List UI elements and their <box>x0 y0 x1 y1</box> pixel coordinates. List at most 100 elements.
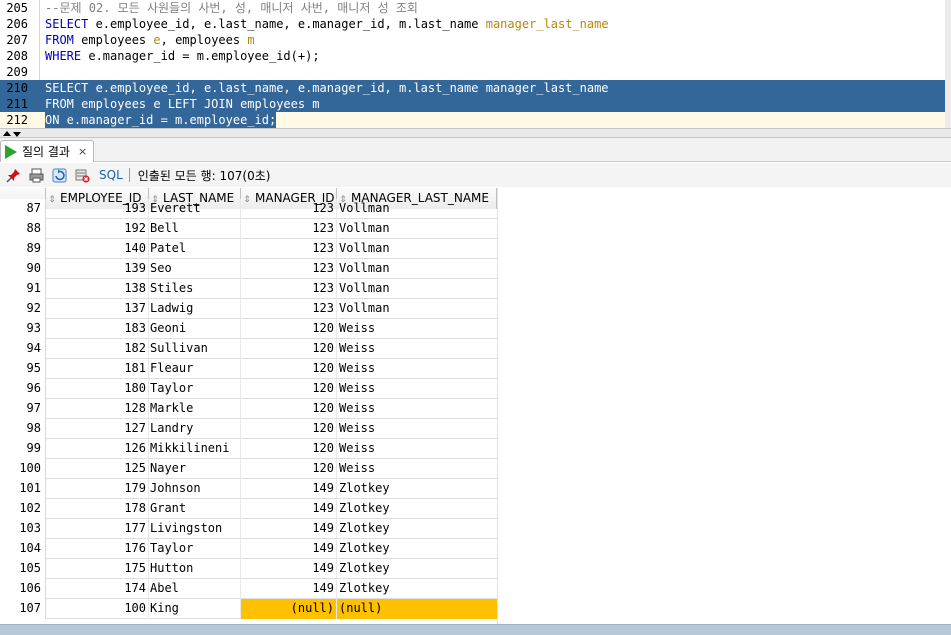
cell-employee-id[interactable]: 176 <box>46 539 149 559</box>
editor-scrollbar[interactable] <box>945 0 951 128</box>
cell-manager-last-name[interactable]: (null) <box>337 599 497 619</box>
cell-manager-id[interactable]: 120 <box>241 379 337 399</box>
print-icon[interactable] <box>28 167 45 184</box>
table-row[interactable]: 89 140 Patel 123 Vollman <box>0 239 497 259</box>
cell-manager-id[interactable]: 149 <box>241 579 337 599</box>
cell-last-name[interactable]: Taylor <box>149 539 241 559</box>
cell-employee-id[interactable]: 193 <box>46 199 149 219</box>
cell-last-name[interactable]: Johnson <box>149 479 241 499</box>
table-row[interactable]: 97 128 Markle 120 Weiss <box>0 399 497 419</box>
cell-manager-last-name[interactable]: Zlotkey <box>337 479 497 499</box>
cell-last-name[interactable]: Landry <box>149 419 241 439</box>
expand-up-icon[interactable] <box>3 131 11 136</box>
cell-employee-id[interactable]: 181 <box>46 359 149 379</box>
cell-manager-last-name[interactable]: Weiss <box>337 359 497 379</box>
cell-last-name[interactable]: Seo <box>149 259 241 279</box>
cell-last-name[interactable]: Grant <box>149 499 241 519</box>
sql-editor[interactable]: 205 --문제 02. 모든 사원들의 사번, 성, 매니저 사번, 매니저 성… <box>0 0 951 128</box>
cell-manager-last-name[interactable]: Zlotkey <box>337 579 497 599</box>
table-row[interactable]: 104 176 Taylor 149 Zlotkey <box>0 539 497 559</box>
cell-employee-id[interactable]: 126 <box>46 439 149 459</box>
collapse-down-icon[interactable] <box>13 132 21 137</box>
table-row[interactable]: 87 193 Everett 123 Vollman <box>0 199 497 219</box>
cell-manager-last-name[interactable]: Vollman <box>337 279 497 299</box>
cell-manager-id[interactable]: 120 <box>241 319 337 339</box>
pin-icon[interactable] <box>5 167 22 184</box>
cell-employee-id[interactable]: 177 <box>46 519 149 539</box>
cell-last-name[interactable]: Taylor <box>149 379 241 399</box>
cell-manager-id[interactable]: 149 <box>241 559 337 579</box>
table-row[interactable]: 100 125 Nayer 120 Weiss <box>0 459 497 479</box>
editor-line[interactable]: 212 ON e.manager_id = m.employee_id; <box>0 112 951 128</box>
cell-last-name[interactable]: Geoni <box>149 319 241 339</box>
table-row[interactable]: 105 175 Hutton 149 Zlotkey <box>0 559 497 579</box>
cell-manager-last-name[interactable]: Weiss <box>337 339 497 359</box>
cell-manager-last-name[interactable]: Weiss <box>337 399 497 419</box>
cell-employee-id[interactable]: 192 <box>46 219 149 239</box>
table-row[interactable]: 102 178 Grant 149 Zlotkey <box>0 499 497 519</box>
cell-manager-last-name[interactable]: Vollman <box>337 299 497 319</box>
cell-last-name[interactable]: Markle <box>149 399 241 419</box>
cell-last-name[interactable]: Hutton <box>149 559 241 579</box>
cell-employee-id[interactable]: 100 <box>46 599 149 619</box>
cell-last-name[interactable]: Stiles <box>149 279 241 299</box>
cell-last-name[interactable]: Abel <box>149 579 241 599</box>
cell-manager-id[interactable]: 149 <box>241 479 337 499</box>
tab-query-result[interactable]: 질의 결과 × <box>0 140 94 162</box>
cell-manager-last-name[interactable]: Weiss <box>337 439 497 459</box>
cell-last-name[interactable]: Nayer <box>149 459 241 479</box>
cell-manager-id[interactable]: 149 <box>241 539 337 559</box>
table-row[interactable]: 96 180 Taylor 120 Weiss <box>0 379 497 399</box>
cell-manager-id[interactable]: 120 <box>241 459 337 479</box>
cell-manager-last-name[interactable]: Vollman <box>337 199 497 219</box>
cell-manager-last-name[interactable]: Weiss <box>337 379 497 399</box>
cell-last-name[interactable]: Livingston <box>149 519 241 539</box>
cell-manager-last-name[interactable]: Zlotkey <box>337 499 497 519</box>
table-row[interactable]: 88 192 Bell 123 Vollman <box>0 219 497 239</box>
cell-last-name[interactable]: King <box>149 599 241 619</box>
cell-manager-id[interactable]: 149 <box>241 499 337 519</box>
cell-employee-id[interactable]: 174 <box>46 579 149 599</box>
table-row[interactable]: 107 100 King (null) (null) <box>0 599 497 619</box>
table-row[interactable]: 90 139 Seo 123 Vollman <box>0 259 497 279</box>
cell-employee-id[interactable]: 179 <box>46 479 149 499</box>
cell-manager-last-name[interactable]: Weiss <box>337 459 497 479</box>
cell-manager-id[interactable]: (null) <box>241 599 337 619</box>
cell-manager-id[interactable]: 123 <box>241 199 337 219</box>
cell-manager-id[interactable]: 123 <box>241 239 337 259</box>
cell-last-name[interactable]: Fleaur <box>149 359 241 379</box>
cell-employee-id[interactable]: 125 <box>46 459 149 479</box>
cell-manager-last-name[interactable]: Vollman <box>337 239 497 259</box>
table-row[interactable]: 106 174 Abel 149 Zlotkey <box>0 579 497 599</box>
cell-employee-id[interactable]: 138 <box>46 279 149 299</box>
cell-manager-id[interactable]: 120 <box>241 359 337 379</box>
cell-employee-id[interactable]: 183 <box>46 319 149 339</box>
cell-last-name[interactable]: Sullivan <box>149 339 241 359</box>
cell-manager-last-name[interactable]: Zlotkey <box>337 519 497 539</box>
cell-manager-id[interactable]: 120 <box>241 439 337 459</box>
cell-employee-id[interactable]: 139 <box>46 259 149 279</box>
cell-employee-id[interactable]: 137 <box>46 299 149 319</box>
cell-manager-id[interactable]: 120 <box>241 419 337 439</box>
cell-employee-id[interactable]: 140 <box>46 239 149 259</box>
cell-manager-last-name[interactable]: Weiss <box>337 319 497 339</box>
cell-employee-id[interactable]: 182 <box>46 339 149 359</box>
close-tab-icon[interactable]: × <box>78 145 87 158</box>
sql-link[interactable]: SQL <box>99 168 123 182</box>
cell-last-name[interactable]: Everett <box>149 199 241 219</box>
cell-manager-last-name[interactable]: Weiss <box>337 419 497 439</box>
cell-employee-id[interactable]: 175 <box>46 559 149 579</box>
table-row[interactable]: 92 137 Ladwig 123 Vollman <box>0 299 497 319</box>
cell-manager-id[interactable]: 123 <box>241 259 337 279</box>
table-row[interactable]: 95 181 Fleaur 120 Weiss <box>0 359 497 379</box>
cell-last-name[interactable]: Patel <box>149 239 241 259</box>
table-row[interactable]: 101 179 Johnson 149 Zlotkey <box>0 479 497 499</box>
cell-manager-id[interactable]: 120 <box>241 339 337 359</box>
table-row[interactable]: 94 182 Sullivan 120 Weiss <box>0 339 497 359</box>
pane-splitter[interactable] <box>0 128 951 138</box>
cell-manager-id[interactable]: 123 <box>241 279 337 299</box>
cell-manager-id[interactable]: 123 <box>241 219 337 239</box>
cell-manager-id[interactable]: 149 <box>241 519 337 539</box>
cell-manager-last-name[interactable]: Vollman <box>337 219 497 239</box>
editor-line[interactable]: 206 SELECT e.employee_id, e.last_name, e.… <box>0 16 951 32</box>
